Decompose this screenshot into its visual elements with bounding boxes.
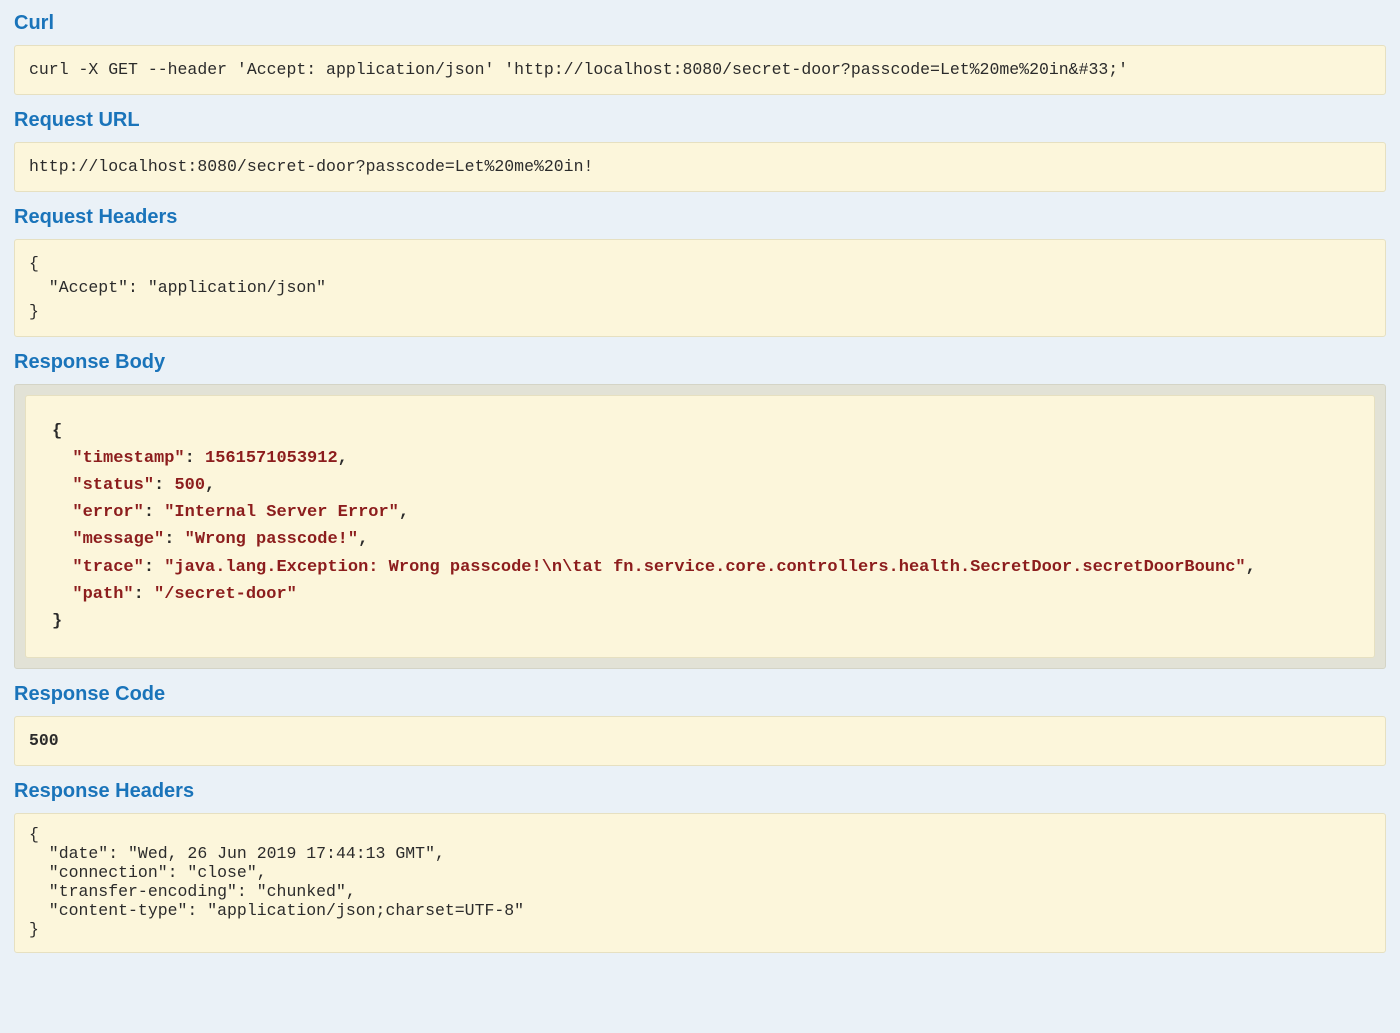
response-headers-box[interactable]: { "date": "Wed, 26 Jun 2019 17:44:13 GMT… [14, 813, 1386, 953]
request-url-section-title: Request URL [14, 109, 1386, 132]
response-body-section-title: Response Body [14, 351, 1386, 374]
request-url-box[interactable]: http://localhost:8080/secret-door?passco… [14, 142, 1386, 192]
request-headers-section-title: Request Headers [14, 206, 1386, 229]
response-body-outer: { "timestamp": 1561571053912, "status": … [14, 384, 1386, 670]
response-headers-section-title: Response Headers [14, 780, 1386, 803]
response-code-box[interactable]: 500 [14, 716, 1386, 766]
curl-command-box[interactable]: curl -X GET --header 'Accept: applicatio… [14, 45, 1386, 95]
request-headers-box[interactable]: { "Accept": "application/json" } [14, 239, 1386, 337]
curl-section-title: Curl [14, 12, 1386, 35]
response-code-section-title: Response Code [14, 683, 1386, 706]
response-body-box[interactable]: { "timestamp": 1561571053912, "status": … [25, 395, 1375, 659]
